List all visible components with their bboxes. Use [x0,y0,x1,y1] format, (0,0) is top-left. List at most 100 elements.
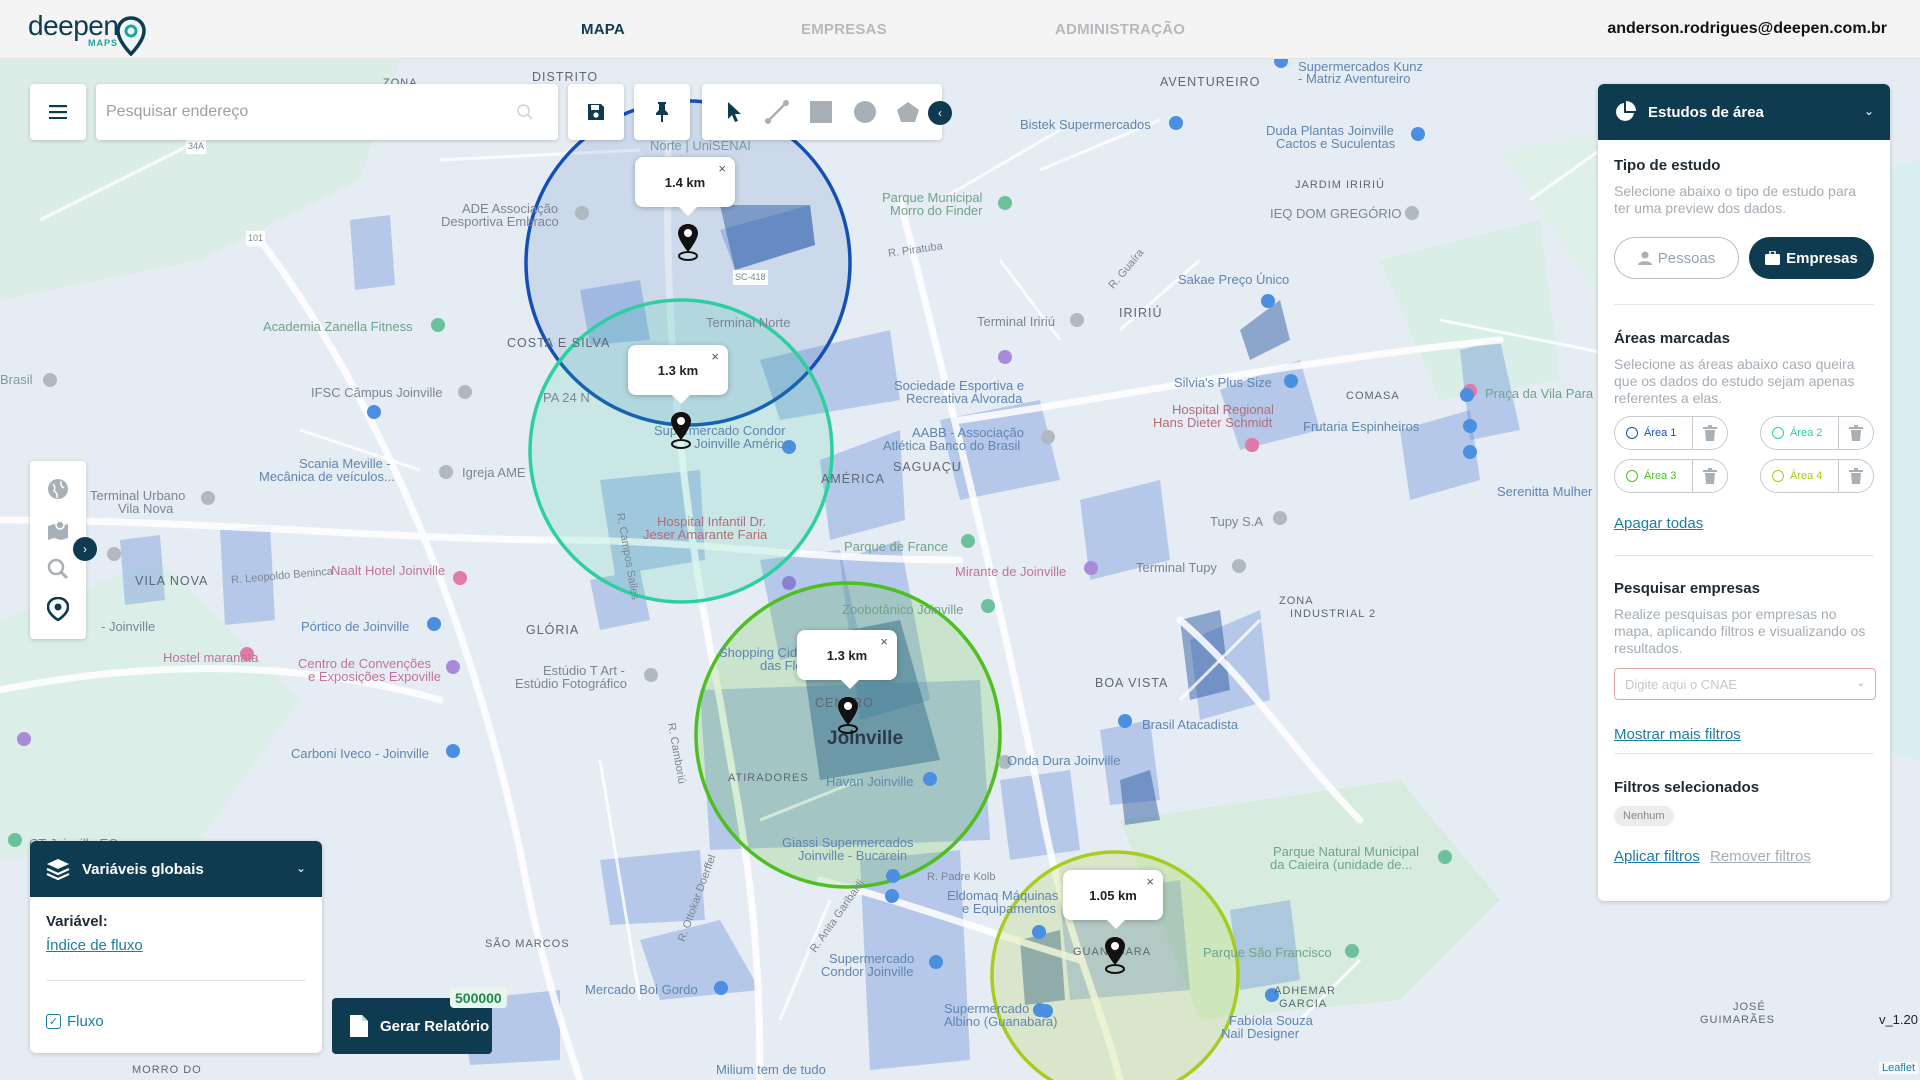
area-4-pill[interactable]: Área 4 [1760,459,1874,493]
map-label: GUIMARÃES [1700,1014,1776,1026]
pin-button[interactable] [634,84,690,140]
save-icon [588,104,604,120]
variable-value-link[interactable]: Índice de fluxo [46,937,143,954]
circle-tool[interactable] [851,98,879,126]
map-label: Igreja AME [462,465,526,480]
chevron-down-icon[interactable]: ⌄ [296,861,306,875]
map-marker-icon[interactable] [836,695,860,737]
map-marker-icon[interactable] [1103,935,1127,977]
map-label: Brasil [0,372,33,387]
map-label: PA 24 N [543,390,590,405]
line-tool[interactable] [763,98,791,126]
nav-companies[interactable]: EMPRESAS [801,21,887,38]
close-icon[interactable]: × [718,161,726,176]
polygon-icon [897,102,919,122]
deepen-maps-logo[interactable]: deepen MAPS [28,12,146,56]
chevron-down-icon[interactable]: ⌄ [1864,104,1874,118]
location-icon [47,597,69,621]
search-icon[interactable] [516,103,534,121]
expand-left-tools-button[interactable]: › [73,537,97,561]
area-1-radio[interactable] [1626,427,1638,439]
global-variables-title: Variáveis globais [82,860,204,878]
trash-icon[interactable] [1703,425,1717,441]
trash-icon[interactable] [1849,468,1863,484]
menu-button[interactable] [30,84,86,140]
map-label: Cactos e Suculentas [1276,136,1396,151]
selected-filters-title: Filtros selecionados [1614,779,1760,796]
location-tool[interactable] [46,597,70,621]
checkbox-checked-icon[interactable]: ✓ [46,1014,61,1029]
close-icon[interactable]: × [711,349,719,364]
globe-tool[interactable] [46,477,70,501]
area-3-radio[interactable] [1626,470,1638,482]
trash-icon[interactable] [1849,425,1863,441]
global-variables-header[interactable]: Variáveis globais ⌄ [30,841,322,897]
map-label: Mirante de Joinville [955,564,1067,579]
map-label: da Caieira (unidade de... [1270,857,1413,872]
collapse-tools-button[interactable]: ‹ [928,101,952,125]
map-label: MORRO DO [132,1064,202,1076]
area-3-pill[interactable]: Área 3 [1614,459,1728,493]
map-marker-icon[interactable] [669,410,693,452]
map-marker-icon[interactable] [676,222,700,264]
area-1-pill[interactable]: Área 1 [1614,416,1728,450]
study-companies-button[interactable]: Empresas [1749,237,1874,279]
area-2-distance-popup: 1.3 km × [628,345,728,404]
map-label: Havan Joinville [826,774,914,789]
map-label: Albino (Guanabara) [944,1014,1058,1029]
address-search-input[interactable] [106,94,506,130]
map-label: Hostel maranata [163,650,259,665]
panel-header[interactable]: Estudos de área ⌄ [1598,84,1890,140]
line-icon [765,100,789,124]
flow-checkbox[interactable]: ✓ Fluxo [46,1013,104,1030]
map-label: Condor Joinville [821,964,914,979]
nav-map[interactable]: MAPA [581,21,625,38]
map-label: Joinville América [694,436,791,451]
map-label: VILA NOVA [135,574,209,588]
close-icon[interactable]: × [1146,874,1154,889]
apply-filters-link[interactable]: Aplicar filtros [1614,848,1700,865]
distance-value: 1.3 km [657,362,699,378]
map-label: GARCIA [1279,998,1328,1010]
distance-value: 1.3 km [826,647,868,663]
menu-icon [49,105,67,119]
polygon-tool[interactable] [894,98,922,126]
logo-pin-icon [116,16,146,56]
rectangle-icon [810,101,832,123]
map-label: Onda Dura Joinville [1007,753,1121,768]
cnae-select[interactable]: Digite aqui o CNAE ⌄ [1614,668,1876,700]
map-label: Desportiva Embraco [441,214,559,229]
leaflet-attribution[interactable]: Leaflet [1878,1062,1918,1074]
area-2-radio[interactable] [1772,427,1784,439]
study-people-label: Pessoas [1657,249,1716,267]
app-version: v_1.20 [1878,1012,1918,1027]
chevron-down-icon: ⌄ [1856,678,1865,689]
trash-icon[interactable] [1703,468,1717,484]
map-label: Recreativa Alvorada [906,391,1023,406]
area-4-radio[interactable] [1772,470,1784,482]
pin-icon [656,102,668,122]
zoom-tool[interactable] [46,557,70,581]
save-button[interactable] [568,84,624,140]
more-filters-link[interactable]: Mostrar mais filtros [1614,726,1741,743]
select-tool[interactable] [720,98,748,126]
remove-filters-link[interactable]: Remover filtros [1710,848,1811,865]
map-tool[interactable] [46,517,70,541]
close-icon[interactable]: × [880,634,888,649]
user-email[interactable]: anderson.rodrigues@deepen.com.br [1607,20,1887,38]
divider [1838,416,1839,450]
circle-icon [854,101,876,123]
rectangle-tool[interactable] [807,98,835,126]
study-type-desc: Selecione abaixo o tipo de estudo para t… [1614,183,1857,216]
map-label: e Exposições Expoville [308,669,441,684]
map-label: Terminal Norte [706,315,791,330]
study-people-button[interactable]: Pessoas [1614,237,1739,279]
global-variables-panel: Variáveis globais ⌄ Variável: Índice de … [30,841,322,1053]
nav-admin[interactable]: ADMINISTRAÇÃO [1055,21,1185,38]
map-label: COMASA [1346,390,1400,402]
delete-all-areas-link[interactable]: Apagar todas [1614,515,1703,532]
area-2-pill[interactable]: Área 2 [1760,416,1874,450]
marked-areas-desc: Selecione as áreas abaixo caso queira qu… [1614,356,1855,406]
divider [1692,459,1693,493]
area-4-distance-popup: 1.05 km × [1063,870,1163,929]
